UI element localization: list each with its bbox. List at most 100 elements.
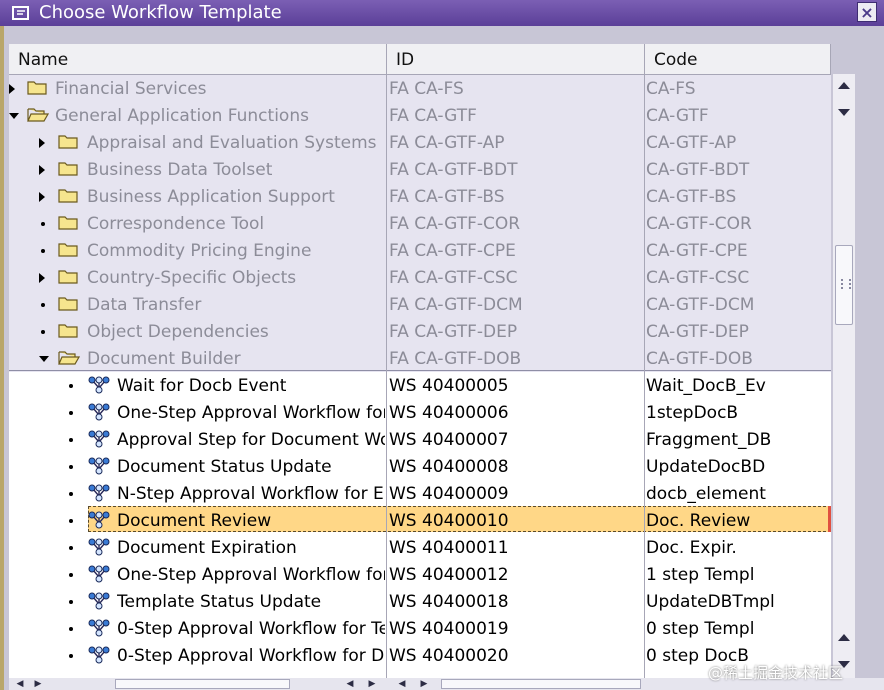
tree-row[interactable]: 0-Step Approval Workflow for TemplatesWS… [9, 615, 831, 642]
bullet-icon [69, 573, 73, 577]
watermark: @稀土掘金技术社区 [708, 664, 844, 682]
bullet-icon [41, 330, 45, 334]
node-name: Correspondence Tool [87, 214, 265, 234]
scroll-right-icon[interactable]: ▶ [417, 679, 431, 689]
close-button[interactable]: × [857, 2, 877, 22]
expand-arrow-icon[interactable] [9, 84, 15, 94]
node-code: 0 step Templ [646, 619, 755, 639]
node-code: CA-GTF-AP [646, 133, 737, 153]
expand-arrow-icon[interactable] [39, 138, 45, 148]
folder-icon [58, 133, 78, 149]
open-folder-icon [27, 106, 50, 122]
tree-row[interactable]: Country-Specific Objects FA CA-GTF-CSC CA-… [9, 264, 831, 291]
node-id: FA CA-GTF-CSC [389, 268, 518, 288]
node-code: CA-GTF-CSC [646, 268, 750, 288]
node-id: WS 40400018 [389, 592, 509, 612]
node-id: FA CA-GTF-AP [389, 133, 505, 153]
node-name: Approval Step for Document Workflow [117, 430, 385, 450]
column-header-code[interactable]: Code [645, 44, 831, 74]
tree-row[interactable]: One-Step Approval Workflow for Templates… [9, 561, 831, 588]
expand-arrow-icon[interactable] [39, 165, 45, 175]
tree-row[interactable]: Template Status Update WS 40400018 UpdateD… [9, 588, 831, 615]
folder-icon [58, 187, 78, 203]
tree-row[interactable]: Document Status Update WS 40400008 UpdateD… [9, 453, 831, 480]
workflow-icon [88, 538, 110, 556]
node-id: FA CA-GTF-DOB [389, 349, 522, 369]
tree-row[interactable]: Document Builder FA CA-GTF-DOB CA-GTF-DOB [9, 345, 831, 372]
scroll-left-icon[interactable]: ◀ [13, 679, 27, 689]
workflow-icon [88, 457, 110, 475]
scroll-thumb[interactable] [835, 245, 853, 325]
collapse-arrow-icon[interactable] [9, 113, 19, 119]
title-bar: Choose Workflow Template × [0, 0, 884, 26]
expand-arrow-icon[interactable] [39, 273, 45, 283]
workflow-icon [88, 376, 110, 394]
scroll-right-icon[interactable]: ▶ [365, 679, 379, 689]
node-code: CA-GTF [646, 106, 709, 126]
node-code: CA-GTF-COR [646, 214, 752, 234]
node-name: Financial Services [55, 79, 207, 99]
column-header-name[interactable]: Name [9, 44, 387, 74]
tree-row[interactable]: Approval Step for Document WorkflowWS 40… [9, 426, 831, 453]
node-id: WS 40400006 [389, 403, 509, 423]
node-id: FA CA-GTF-BDT [389, 160, 518, 180]
scroll-left-icon[interactable]: ◀ [343, 679, 357, 689]
node-id: FA CA-GTF-CPE [389, 241, 516, 261]
node-code: 1stepDocB [646, 403, 739, 423]
tree-row[interactable]: Commodity Pricing Engine FA CA-GTF-CPE CA-… [9, 237, 831, 264]
window-title: Choose Workflow Template [39, 2, 282, 23]
expand-arrow-icon[interactable] [39, 192, 45, 202]
bullet-icon [69, 654, 73, 658]
node-name: Wait for Docb Event [117, 376, 287, 396]
arrow-up-icon [838, 81, 850, 89]
tree-row[interactable]: Appraisal and Evaluation Systems FA CA-GT… [9, 129, 831, 156]
tree-row[interactable]: N-Step Approval Workflow for ElementsWS … [9, 480, 831, 507]
tree-row[interactable]: Financial Services FA CA-FS CA-FS [9, 75, 831, 102]
workflow-icon [88, 511, 110, 529]
scroll-thumb[interactable] [441, 679, 641, 689]
tree-row[interactable]: Correspondence Tool FA CA-GTF-COR CA-GTF-C… [9, 210, 831, 237]
node-name: Appraisal and Evaluation Systems [87, 133, 377, 153]
node-name: One-Step Approval Workflow for Templates [117, 565, 385, 585]
tree-row-selected[interactable]: Document Review WS 40400010 Doc. Review [9, 507, 831, 534]
node-code: CA-GTF-DEP [646, 322, 749, 342]
node-id: FA CA-GTF [389, 106, 477, 126]
collapse-arrow-icon[interactable] [39, 356, 49, 362]
bullet-icon [69, 411, 73, 415]
scroll-thumb[interactable] [115, 679, 290, 689]
tree-row[interactable]: General Application Functions FA CA-GTF CA… [9, 102, 831, 129]
tree-row[interactable]: Data Transfer FA CA-GTF-DCM CA-GTF-DCM [9, 291, 831, 318]
folder-icon [58, 214, 78, 230]
scroll-left-icon[interactable]: ◀ [395, 679, 409, 689]
tree-row[interactable]: Object Dependencies FA CA-GTF-DEP CA-GTF-D… [9, 318, 831, 345]
workflow-icon [88, 646, 110, 664]
vertical-scrollbar[interactable] [833, 74, 855, 678]
column-header: Name ID Code [9, 44, 831, 75]
bullet-icon [41, 303, 45, 307]
tree-row[interactable]: Business Data Toolset FA CA-GTF-BDT CA-GTF… [9, 156, 831, 183]
node-code: Fraggment_DB [646, 430, 772, 450]
node-name: Business Data Toolset [87, 160, 273, 180]
node-id: FA CA-GTF-DEP [389, 322, 518, 342]
scroll-right-icon[interactable]: ▶ [31, 679, 45, 689]
bullet-icon [69, 492, 73, 496]
folder-icon [27, 79, 47, 95]
bullet-icon [69, 627, 73, 631]
scroll-down-button[interactable] [833, 101, 855, 123]
scroll-up-button[interactable] [833, 74, 855, 96]
node-code: CA-GTF-BS [646, 187, 737, 207]
column-header-id[interactable]: ID [387, 44, 645, 74]
bullet-icon [69, 384, 73, 388]
tree-row[interactable]: Wait for Docb Event WS 40400005 Wait_DocB_… [9, 372, 831, 399]
bullet-icon [69, 519, 73, 523]
node-name: One-Step Approval Workflow for Document … [117, 403, 385, 423]
node-code: CA-GTF-DOB [646, 349, 753, 369]
node-name: Document Builder [87, 349, 241, 369]
tree-row[interactable]: Business Application Support FA CA-GTF-BS… [9, 183, 831, 210]
folder-icon [58, 295, 78, 311]
workflow-icon [88, 592, 110, 610]
tree-row[interactable]: Document Expiration WS 40400011 Doc. Expir… [9, 534, 831, 561]
tree-row[interactable]: One-Step Approval Workflow for Document … [9, 399, 831, 426]
scroll-up-button[interactable] [833, 626, 855, 648]
workflow-icon [88, 403, 110, 421]
